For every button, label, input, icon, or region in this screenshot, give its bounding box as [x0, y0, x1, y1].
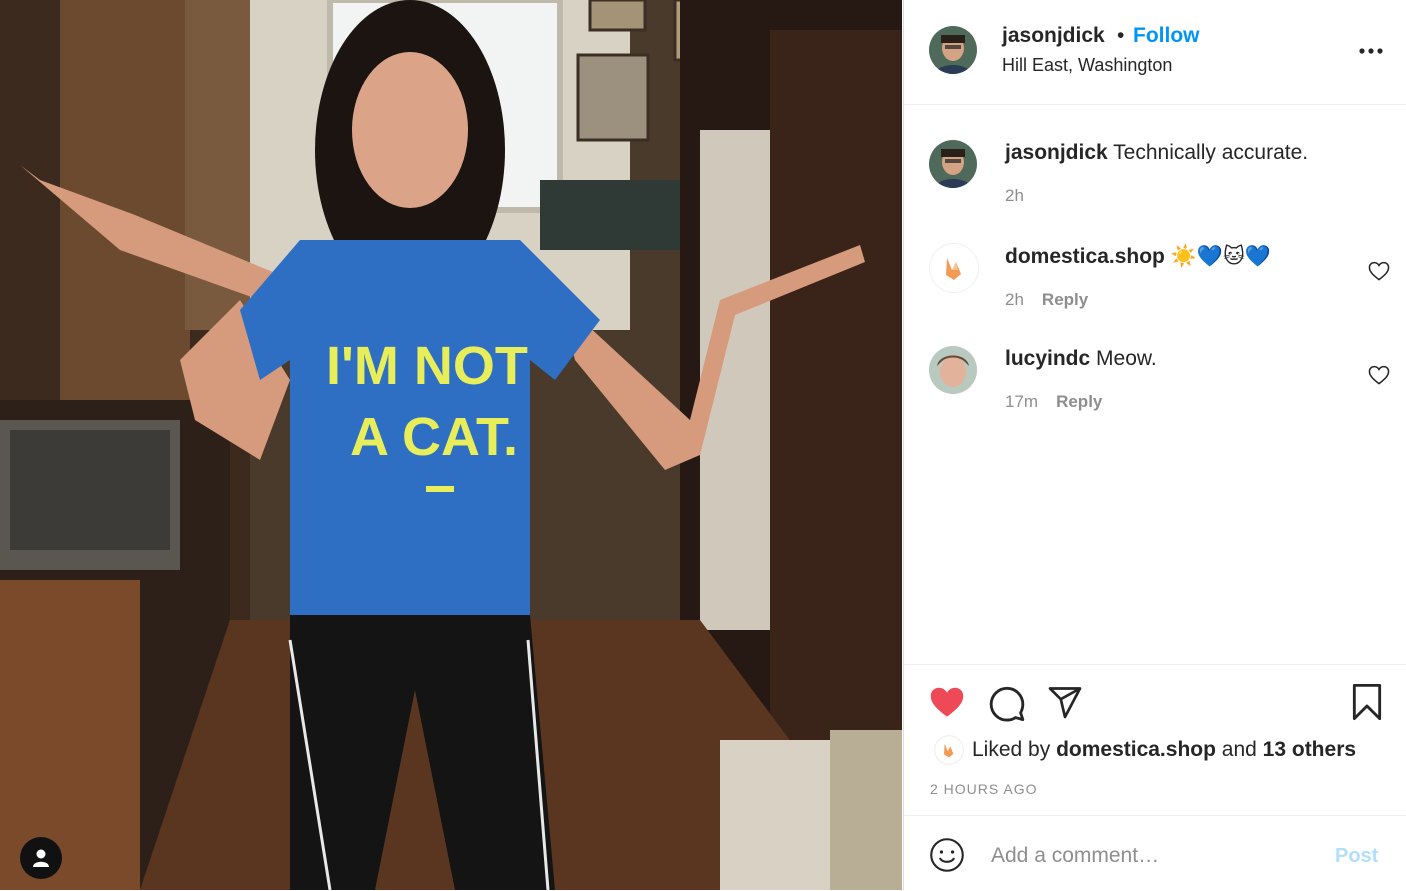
comment-meta: 2h [1005, 186, 1024, 206]
share-button[interactable] [1046, 684, 1084, 725]
comment-bubble-icon [989, 686, 1025, 722]
comment-time[interactable]: 17m [1005, 392, 1038, 411]
commenter-avatar[interactable] [929, 243, 979, 293]
author-avatar-image [929, 26, 977, 74]
author-avatar[interactable] [929, 26, 977, 74]
emoji-button[interactable] [929, 837, 965, 873]
post-photo-illustration: I'M NOT A CAT. [0, 0, 902, 890]
comment-body: Meow. [1096, 347, 1157, 370]
more-options-button[interactable] [1358, 40, 1384, 62]
shirt-text-line1: I'M NOT [326, 336, 528, 396]
comment-time[interactable]: 2h [1005, 186, 1024, 205]
likes-others-link[interactable]: 13 others [1263, 738, 1356, 762]
post-side-panel: jasonjdick • Follow Hill East, Washingto… [903, 0, 1406, 890]
comment-body: Technically accurate. [1113, 141, 1309, 164]
commenter-avatar[interactable] [929, 140, 977, 188]
heart-icon [930, 687, 964, 717]
comment-username[interactable]: jasonjdick [1005, 141, 1108, 164]
commenter-avatar[interactable] [929, 346, 977, 394]
user-tag-button[interactable] [20, 837, 62, 879]
domestica-logo-avatar [930, 244, 978, 292]
comment-text-row: jasonjdick Technically accurate. [1005, 141, 1308, 165]
comment-username[interactable]: domestica.shop [1005, 245, 1165, 268]
likes-conjunction: and [1221, 738, 1257, 761]
smiley-icon [930, 838, 964, 872]
heart-outline-icon [1368, 365, 1390, 385]
comment-input[interactable] [989, 838, 1313, 874]
comment-meta: 17m Reply [1005, 392, 1102, 412]
post-comment-button[interactable]: Post [1335, 845, 1378, 868]
comment-body: ☀️💙🐱💙 [1170, 245, 1272, 268]
comment-like-button[interactable] [1368, 261, 1390, 281]
user-tag-icon [33, 849, 49, 867]
comment-username[interactable]: lucyindc [1005, 347, 1090, 370]
post-location[interactable]: Hill East, Washington [1002, 55, 1172, 76]
bookmark-icon [1352, 683, 1382, 721]
shirt-text-line2: A CAT. [350, 407, 518, 467]
reply-button[interactable]: Reply [1042, 290, 1088, 309]
commenter-avatar-image [929, 140, 977, 188]
post-actions: Liked by domestica.shop and 13 others 2 … [904, 664, 1406, 816]
likes-prefix: Liked by [972, 738, 1051, 761]
follow-button[interactable]: Follow [1133, 24, 1200, 48]
comment-time[interactable]: 2h [1005, 290, 1024, 309]
post-photo[interactable]: I'M NOT A CAT. [0, 0, 902, 890]
author-username[interactable]: jasonjdick [1002, 24, 1105, 48]
save-button[interactable] [1350, 683, 1384, 726]
heart-outline-icon [1368, 261, 1390, 281]
comment-text-row: lucyindc Meow. [1005, 347, 1157, 371]
comment-composer: Post [904, 815, 1406, 891]
commenter-avatar-image [929, 346, 977, 394]
comment-list[interactable]: jasonjdick Technically accurate. 2h dome… [904, 105, 1406, 665]
domestica-logo-avatar [934, 735, 964, 765]
reply-button[interactable]: Reply [1056, 392, 1102, 411]
header-separator: • [1117, 24, 1125, 47]
likes-summary: Liked by domestica.shop and 13 others [934, 735, 1356, 765]
paper-plane-icon [1048, 687, 1082, 719]
comment-meta: 2h Reply [1005, 290, 1088, 310]
post-timestamp[interactable]: 2 HOURS AGO [930, 781, 1037, 797]
more-horizontal-icon [1359, 48, 1383, 54]
like-button[interactable] [928, 685, 966, 724]
liker-avatar[interactable] [934, 735, 964, 765]
post-header: jasonjdick • Follow Hill East, Washingto… [904, 0, 1406, 105]
comment-text-row: domestica.shop ☀️💙🐱💙 [1005, 244, 1271, 269]
comment-like-button[interactable] [1368, 365, 1390, 385]
liker-username[interactable]: domestica.shop [1056, 738, 1216, 762]
comment-button[interactable] [988, 684, 1026, 727]
